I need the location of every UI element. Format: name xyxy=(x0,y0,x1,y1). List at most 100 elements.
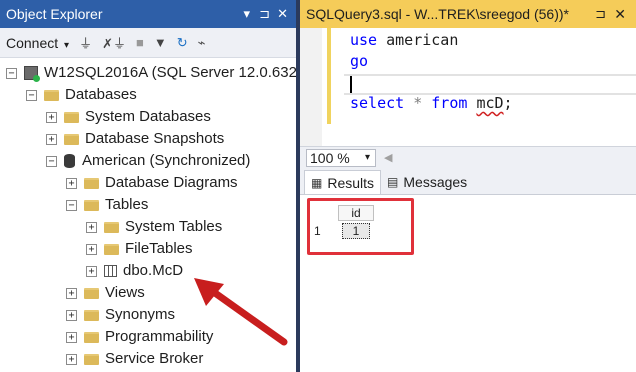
expand-icon[interactable]: + xyxy=(46,111,57,123)
tree-node-label: Database Diagrams xyxy=(105,174,238,191)
tab-messages-label: Messages xyxy=(403,174,468,190)
folder-icon xyxy=(104,221,119,233)
chevron-down-icon[interactable]: ▾ xyxy=(64,40,69,51)
editor-status-bar: 100 % ▾ ◀ xyxy=(300,146,636,168)
grid-icon: ▦ xyxy=(311,175,323,190)
results-pane: id 1 1 xyxy=(300,194,636,372)
tree-node[interactable]: − Tables xyxy=(66,194,148,216)
tree-node[interactable]: + System Tables xyxy=(86,216,222,238)
code-line: select * from mcD; xyxy=(350,93,513,114)
collapse-icon[interactable]: − xyxy=(46,155,57,167)
activity-icon[interactable]: ⌁ xyxy=(198,35,206,51)
messages-icon: ▤ xyxy=(387,175,399,189)
expand-icon[interactable]: + xyxy=(86,243,97,255)
folder-icon xyxy=(84,331,99,343)
database-icon xyxy=(64,154,75,168)
editor-gutter xyxy=(300,28,322,146)
connect-label: Connect xyxy=(6,34,59,51)
zoom-value: 100 % xyxy=(310,149,350,166)
tab-results[interactable]: ▦ Results xyxy=(304,170,382,194)
tree-node[interactable]: − American (Synchronized) xyxy=(46,150,250,172)
query-tab[interactable]: SQLQuery3.sql - W...TREK\sreegod (56))* … xyxy=(300,0,636,28)
close-icon[interactable]: ✕ xyxy=(614,0,626,28)
filter-icon[interactable]: ▼ xyxy=(154,35,167,50)
tree-node[interactable]: + FileTables xyxy=(86,238,193,260)
table-icon xyxy=(104,265,117,277)
semicolon: ; xyxy=(503,94,513,112)
expand-icon[interactable]: + xyxy=(66,287,77,299)
close-icon[interactable]: ✕ xyxy=(277,0,288,28)
object-explorer-title: Object Explorer xyxy=(6,6,103,22)
folder-icon xyxy=(84,177,99,189)
folder-icon xyxy=(84,287,99,299)
pin-icon[interactable]: ⊐ xyxy=(259,0,270,28)
folder-icon xyxy=(84,309,99,321)
expand-icon[interactable]: + xyxy=(86,221,97,233)
code-line: go xyxy=(350,51,513,72)
highlight-box xyxy=(307,198,414,255)
tree-node[interactable]: + System Databases xyxy=(46,106,211,128)
expand-icon[interactable]: + xyxy=(86,265,97,277)
tree-node-label: Databases xyxy=(65,86,137,103)
pin-icon[interactable]: ⊐ xyxy=(595,0,606,28)
code-line: use american xyxy=(350,30,513,51)
folder-icon xyxy=(44,89,59,101)
object-explorer-toolbar: Connect ▾ ⏚ ✗⏚ ■ ▼ ↻ ⌁ xyxy=(0,28,296,58)
keyword: from xyxy=(431,94,468,112)
tree-node-label: Views xyxy=(105,284,145,301)
expand-icon[interactable]: + xyxy=(66,331,77,343)
disconnect-icon[interactable]: ✗⏚ xyxy=(102,33,126,52)
tree-node-label: Database Snapshots xyxy=(85,130,225,147)
folder-icon xyxy=(84,199,99,211)
tree-node[interactable]: + Views xyxy=(66,282,145,304)
identifier: mcD xyxy=(476,94,504,112)
sql-editor[interactable]: use american go select * from mcD; xyxy=(350,30,513,114)
connect-plug-icon[interactable]: ⏚ xyxy=(79,33,92,52)
dropdown-icon[interactable]: ▾ xyxy=(243,0,250,28)
annotation-arrow xyxy=(194,278,288,346)
collapse-icon[interactable]: − xyxy=(6,67,17,79)
tree-node[interactable]: + dbo.McD xyxy=(86,260,183,282)
tree-node-label: Synonyms xyxy=(105,306,176,323)
zoom-select[interactable]: 100 % ▾ xyxy=(306,148,376,167)
tree-node[interactable]: − Databases xyxy=(26,84,137,106)
collapse-icon[interactable]: − xyxy=(66,199,77,211)
tab-results-label: Results xyxy=(327,174,375,191)
expand-icon[interactable]: + xyxy=(46,133,57,145)
operator: * xyxy=(404,94,432,112)
tree-node[interactable]: + Synonyms xyxy=(66,304,175,326)
tree-node[interactable]: + Database Snapshots xyxy=(46,128,224,150)
identifier: american xyxy=(377,31,459,49)
object-explorer-title-bar: Object Explorer ▾ ⊐ ✕ xyxy=(0,0,296,28)
tree-node[interactable]: + Database Diagrams xyxy=(66,172,238,194)
change-marker xyxy=(327,28,331,124)
tree-node-label: Tables xyxy=(105,196,149,213)
tree-node[interactable]: + Service Broker xyxy=(66,348,203,370)
refresh-icon[interactable]: ↻ xyxy=(177,35,188,51)
tree-node[interactable]: − W12SQL2016A (SQL Server 12.0.6329. xyxy=(6,62,296,84)
connect-button[interactable]: Connect ▾ xyxy=(6,35,69,51)
expand-icon[interactable]: + xyxy=(66,353,77,365)
query-editor-panel: SQLQuery3.sql - W...TREK\sreegod (56))* … xyxy=(300,0,636,372)
stop-icon[interactable]: ■ xyxy=(136,35,144,50)
keyword: go xyxy=(350,52,369,70)
tree-node-label: dbo.McD xyxy=(123,262,184,279)
folder-icon xyxy=(64,111,79,123)
tree-node-label: System Tables xyxy=(125,218,223,235)
expand-icon[interactable]: + xyxy=(66,309,77,321)
server-icon xyxy=(24,66,40,82)
tab-messages[interactable]: ▤ Messages xyxy=(381,170,473,194)
keyword: use xyxy=(350,31,378,49)
results-tab-strip: ▦ Results ▤ Messages xyxy=(300,168,636,194)
tree-node-label: American (Synchronized) xyxy=(82,152,251,169)
scroll-left-icon[interactable]: ◀ xyxy=(384,151,392,164)
collapse-icon[interactable]: − xyxy=(26,89,37,101)
query-tab-title: SQLQuery3.sql - W...TREK\sreegod (56))* xyxy=(306,6,569,22)
tree-node-label: W12SQL2016A (SQL Server 12.0.6329. xyxy=(44,64,296,81)
expand-icon[interactable]: + xyxy=(66,177,77,189)
folder-icon xyxy=(64,133,79,145)
tree-node-label: Service Broker xyxy=(105,350,204,367)
tree-node-label: System Databases xyxy=(85,108,211,125)
folder-icon xyxy=(84,353,99,365)
